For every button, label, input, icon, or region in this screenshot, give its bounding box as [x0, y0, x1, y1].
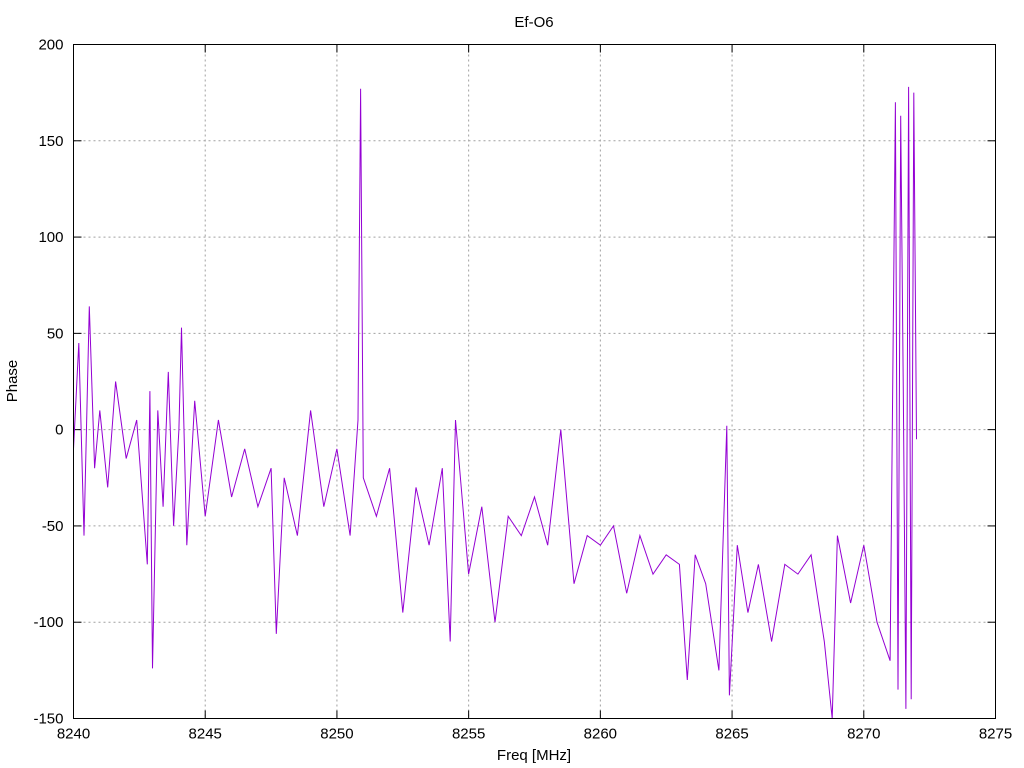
x-tick-label: 8275 — [979, 726, 1012, 743]
x-tick-label: 8255 — [452, 726, 485, 743]
x-tick-label: 8270 — [847, 726, 880, 743]
y-tick-label: -50 — [42, 518, 64, 535]
y-tick-label: 50 — [47, 325, 64, 342]
x-tick-label: 8240 — [57, 726, 90, 743]
plot-frame — [73, 44, 996, 719]
phase-chart: Ef-O6 8240 8245 8250 8255 8260 8265 8270 8275 -… — [4, 14, 1012, 764]
x-tick-label: 8265 — [715, 726, 748, 743]
grid — [73, 44, 996, 719]
y-tick-label: 200 — [38, 37, 63, 54]
y-axis-title: Phase — [4, 360, 21, 403]
y-axis-ticks: -150 -100 -50 0 50 100 150 200 — [33, 37, 996, 728]
x-axis-title: Freq [MHz] — [497, 747, 571, 764]
y-tick-label: -150 — [33, 711, 63, 728]
x-tick-label: 8260 — [584, 726, 617, 743]
chart-title: Ef-O6 — [514, 14, 553, 31]
x-tick-label: 8245 — [189, 726, 222, 743]
x-axis-ticks: 8240 8245 8250 8255 8260 8265 8270 8275 — [57, 44, 1012, 743]
x-tick-label: 8250 — [320, 726, 353, 743]
y-tick-label: 0 — [55, 422, 63, 439]
y-tick-label: 150 — [38, 133, 63, 150]
series-line — [73, 86, 917, 719]
y-tick-label: 100 — [38, 229, 63, 246]
y-tick-label: -100 — [33, 614, 63, 631]
series-layer — [73, 86, 917, 719]
